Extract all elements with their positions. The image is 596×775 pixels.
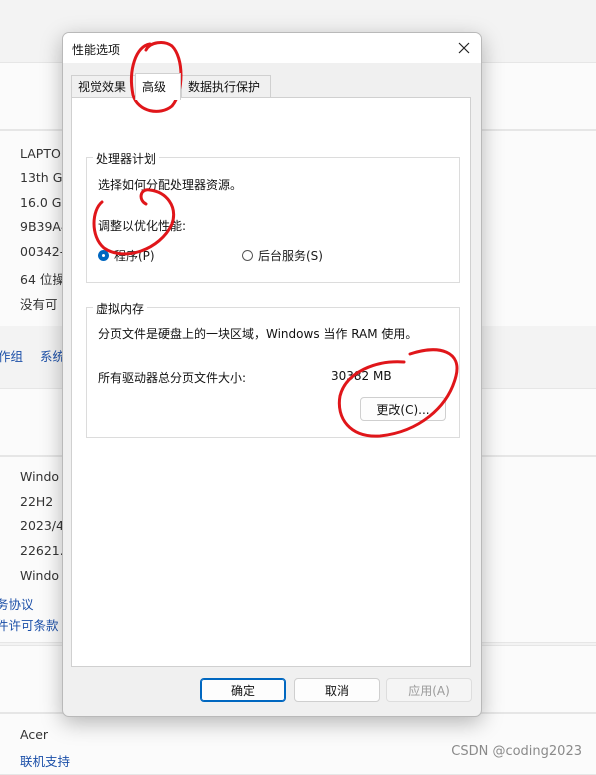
change-virtual-memory-button[interactable]: 更改(C)... [360,397,446,421]
bg-win-2: 22H2 [20,494,54,509]
processor-scheduling-group: 处理器计划 选择如何分配处理器资源。 调整以优化性能: 程序(P) 后台服务(S… [86,150,460,283]
bg-spec-5: 00342- [20,244,65,259]
paging-file-total-label: 所有驱动器总分页文件大小: [98,371,247,385]
bg-spec-7: 没有可 [20,297,58,312]
ok-button[interactable]: 确定 [200,678,286,702]
processor-description: 选择如何分配处理器资源。 [98,178,243,192]
watermark: CSDN @coding2023 [451,744,582,759]
performance-options-dialog: 性能选项 视觉效果 高级 数据执行保护 处理器计划 选择如何分配处理器资源。 调… [62,32,482,717]
bg-win-1: Windo [20,469,60,484]
radio-programs-indicator [98,250,109,261]
tab-advanced[interactable]: 高级 [135,73,181,100]
virtual-memory-description: 分页文件是硬盘上的一块区域，Windows 当作 RAM 使用。 [98,327,418,341]
dialog-title: 性能选项 [72,43,121,57]
radio-background-services[interactable]: 后台服务(S) [242,247,323,264]
bg-vendor: Acer [20,727,49,742]
bg-link-service-agreement[interactable]: 务协议 [0,594,34,613]
bg-spec-6: 64 位操 [20,272,65,287]
radio-background-services-indicator [242,250,253,261]
bg-win-3: 2023/4 [20,518,64,533]
bg-link-online-support[interactable]: 联机支持 [20,751,70,770]
cancel-button[interactable]: 取消 [294,678,380,702]
bg-link-license-terms[interactable]: 件许可条款 [0,615,59,634]
tab-visual-effects[interactable]: 视觉效果 [71,75,137,98]
advanced-tab-panel: 处理器计划 选择如何分配处理器资源。 调整以优化性能: 程序(P) 后台服务(S… [71,97,471,667]
bg-win-5: Windo [20,568,60,583]
virtual-memory-group: 虚拟内存 分页文件是硬盘上的一块区域，Windows 当作 RAM 使用。 所有… [86,300,460,438]
close-icon [458,42,470,54]
adjust-performance-label: 调整以优化性能: [98,219,187,233]
paging-file-total-value: 30382 MB [331,369,392,383]
radio-background-services-label: 后台服务(S) [258,249,323,263]
dialog-titlebar[interactable]: 性能选项 [63,33,481,63]
bg-spec-1: LAPTO [20,146,61,161]
bg-link-workgroup[interactable]: 作组 [0,346,23,365]
radio-programs[interactable]: 程序(P) [98,247,155,264]
close-button[interactable] [453,37,475,59]
radio-programs-label: 程序(P) [114,249,155,263]
tab-data-execution-prevention[interactable]: 数据执行保护 [181,75,271,98]
virtual-memory-title: 虚拟内存 [93,300,148,317]
apply-button: 应用(A) [386,678,472,702]
processor-scheduling-title: 处理器计划 [93,150,160,167]
